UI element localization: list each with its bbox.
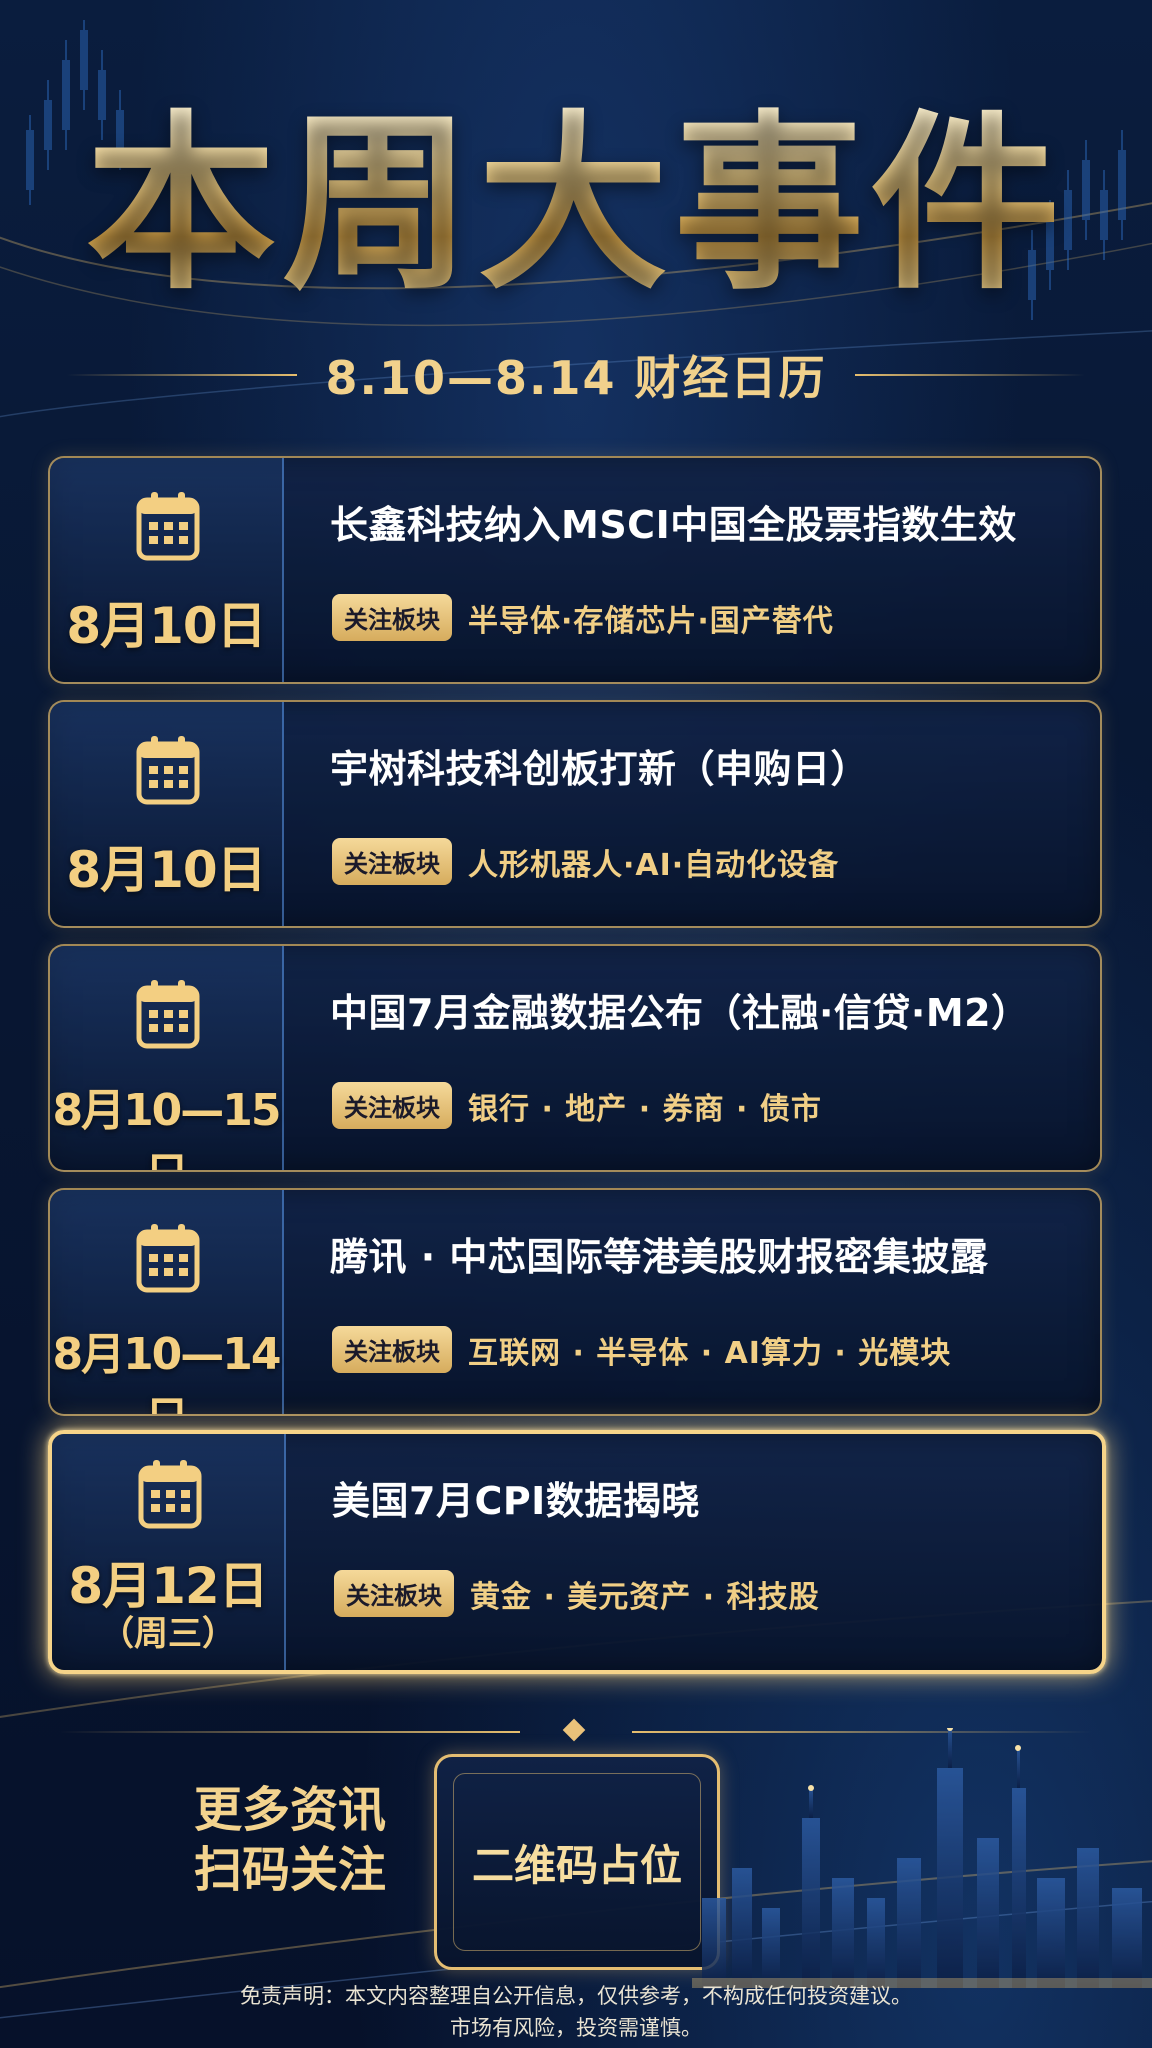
- event-title: 长鑫科技纳入MSCI中国全股票指数生效: [330, 503, 1017, 547]
- disclaimer-line1: 免责声明：本文内容整理自公开信息，仅供参考，不构成任何投资建议。: [240, 1984, 912, 2008]
- event-date: 8月10—14日: [52, 1329, 281, 1414]
- focus-badge: 关注板块: [332, 594, 452, 641]
- follow-prompt: 更多资讯 扫码关注: [180, 1780, 400, 1900]
- event-card: 8月10—14日 腾讯 · 中芯国际等港美股财报密集披露 关注板块 互联网 · …: [48, 1188, 1102, 1416]
- event-date-panel: 8月12日 （周三）: [52, 1434, 286, 1670]
- event-date-panel: 8月10—14日: [50, 1190, 284, 1414]
- focus-sectors: 黄金 · 美元资产 · 科技股: [470, 1579, 820, 1615]
- calendar-icon: [136, 736, 200, 805]
- subtitle-row: 8.10—8.14 财经日历: [0, 340, 1152, 410]
- follow-prompt-line2: 扫码关注: [193, 1842, 386, 1898]
- focus-row: 关注板块 半导体·存储芯片·国产替代: [332, 594, 834, 641]
- focus-sectors: 银行 · 地产 · 券商 · 债市: [468, 1091, 822, 1127]
- qr-code-placeholder[interactable]: 二维码占位: [434, 1754, 720, 1970]
- calendar-icon: [138, 1460, 202, 1529]
- page-title: 本周大事件: [0, 100, 1152, 310]
- divider-line-left: [60, 1731, 520, 1733]
- disclaimer-line2: 市场有风险，投资需谨慎。: [450, 2016, 702, 2040]
- disclaimer: 免责声明：本文内容整理自公开信息，仅供参考，不构成任何投资建议。 市场有风险，投…: [0, 1980, 1152, 2044]
- focus-badge: 关注板块: [332, 1082, 452, 1129]
- event-card-highlighted: 8月12日 （周三） 美国7月CPI数据揭晓 关注板块 黄金 · 美元资产 · …: [48, 1430, 1106, 1674]
- event-title: 美国7月CPI数据揭晓: [332, 1479, 700, 1523]
- focus-badge: 关注板块: [332, 838, 452, 885]
- follow-prompt-line1: 更多资讯: [193, 1782, 386, 1838]
- event-date-panel: 8月10日: [50, 458, 284, 682]
- focus-row: 关注板块 人形机器人·AI·自动化设备: [332, 838, 839, 885]
- focus-badge: 关注板块: [332, 1326, 452, 1373]
- calendar-icon: [136, 492, 200, 561]
- event-date: 8月10—15日: [52, 1085, 281, 1170]
- focus-row: 关注板块 银行 · 地产 · 券商 · 债市: [332, 1082, 822, 1129]
- subtitle-divider-left: [67, 374, 298, 376]
- calendar-icon: [136, 980, 200, 1049]
- diamond-ornament: [562, 1718, 586, 1742]
- focus-row: 关注板块 黄金 · 美元资产 · 科技股: [334, 1570, 820, 1617]
- qr-placeholder-label: 二维码占位: [453, 1773, 701, 1951]
- event-card: 8月10日 宇树科技科创板打新（申购日） 关注板块 人形机器人·AI·自动化设备: [48, 700, 1102, 928]
- focus-badge: 关注板块: [334, 1570, 454, 1617]
- subtitle: 8.10—8.14 财经日历: [325, 351, 827, 405]
- event-weekday: （周三）: [100, 1614, 236, 1654]
- focus-sectors: 互联网 · 半导体 · AI算力 · 光模块: [468, 1335, 952, 1371]
- event-title: 中国7月金融数据公布（社融·信贷·M2）: [330, 991, 1030, 1035]
- subtitle-divider-right: [854, 374, 1085, 376]
- event-date: 8月10日: [66, 841, 266, 899]
- calendar-icon: [136, 1224, 200, 1293]
- event-title: 宇树科技科创板打新（申购日）: [330, 747, 870, 791]
- focus-sectors: 半导体·存储芯片·国产替代: [468, 603, 834, 639]
- focus-sectors: 人形机器人·AI·自动化设备: [468, 847, 840, 883]
- city-skyline-decoration: [692, 1728, 1152, 1988]
- poster: 本周大事件 8.10—8.14 财经日历 8月10日 长鑫科技纳入MSCI中国全…: [0, 0, 1152, 2048]
- event-date-panel: 8月10日: [50, 702, 284, 926]
- event-title: 腾讯 · 中芯国际等港美股财报密集披露: [330, 1235, 989, 1279]
- event-card: 8月10日 长鑫科技纳入MSCI中国全股票指数生效 关注板块 半导体·存储芯片·…: [48, 456, 1102, 684]
- event-date: 8月10日: [66, 597, 266, 655]
- event-card: 8月10—15日 中国7月金融数据公布（社融·信贷·M2） 关注板块 银行 · …: [48, 944, 1102, 1172]
- focus-row: 关注板块 互联网 · 半导体 · AI算力 · 光模块: [332, 1326, 951, 1373]
- event-date-panel: 8月10—15日: [50, 946, 284, 1170]
